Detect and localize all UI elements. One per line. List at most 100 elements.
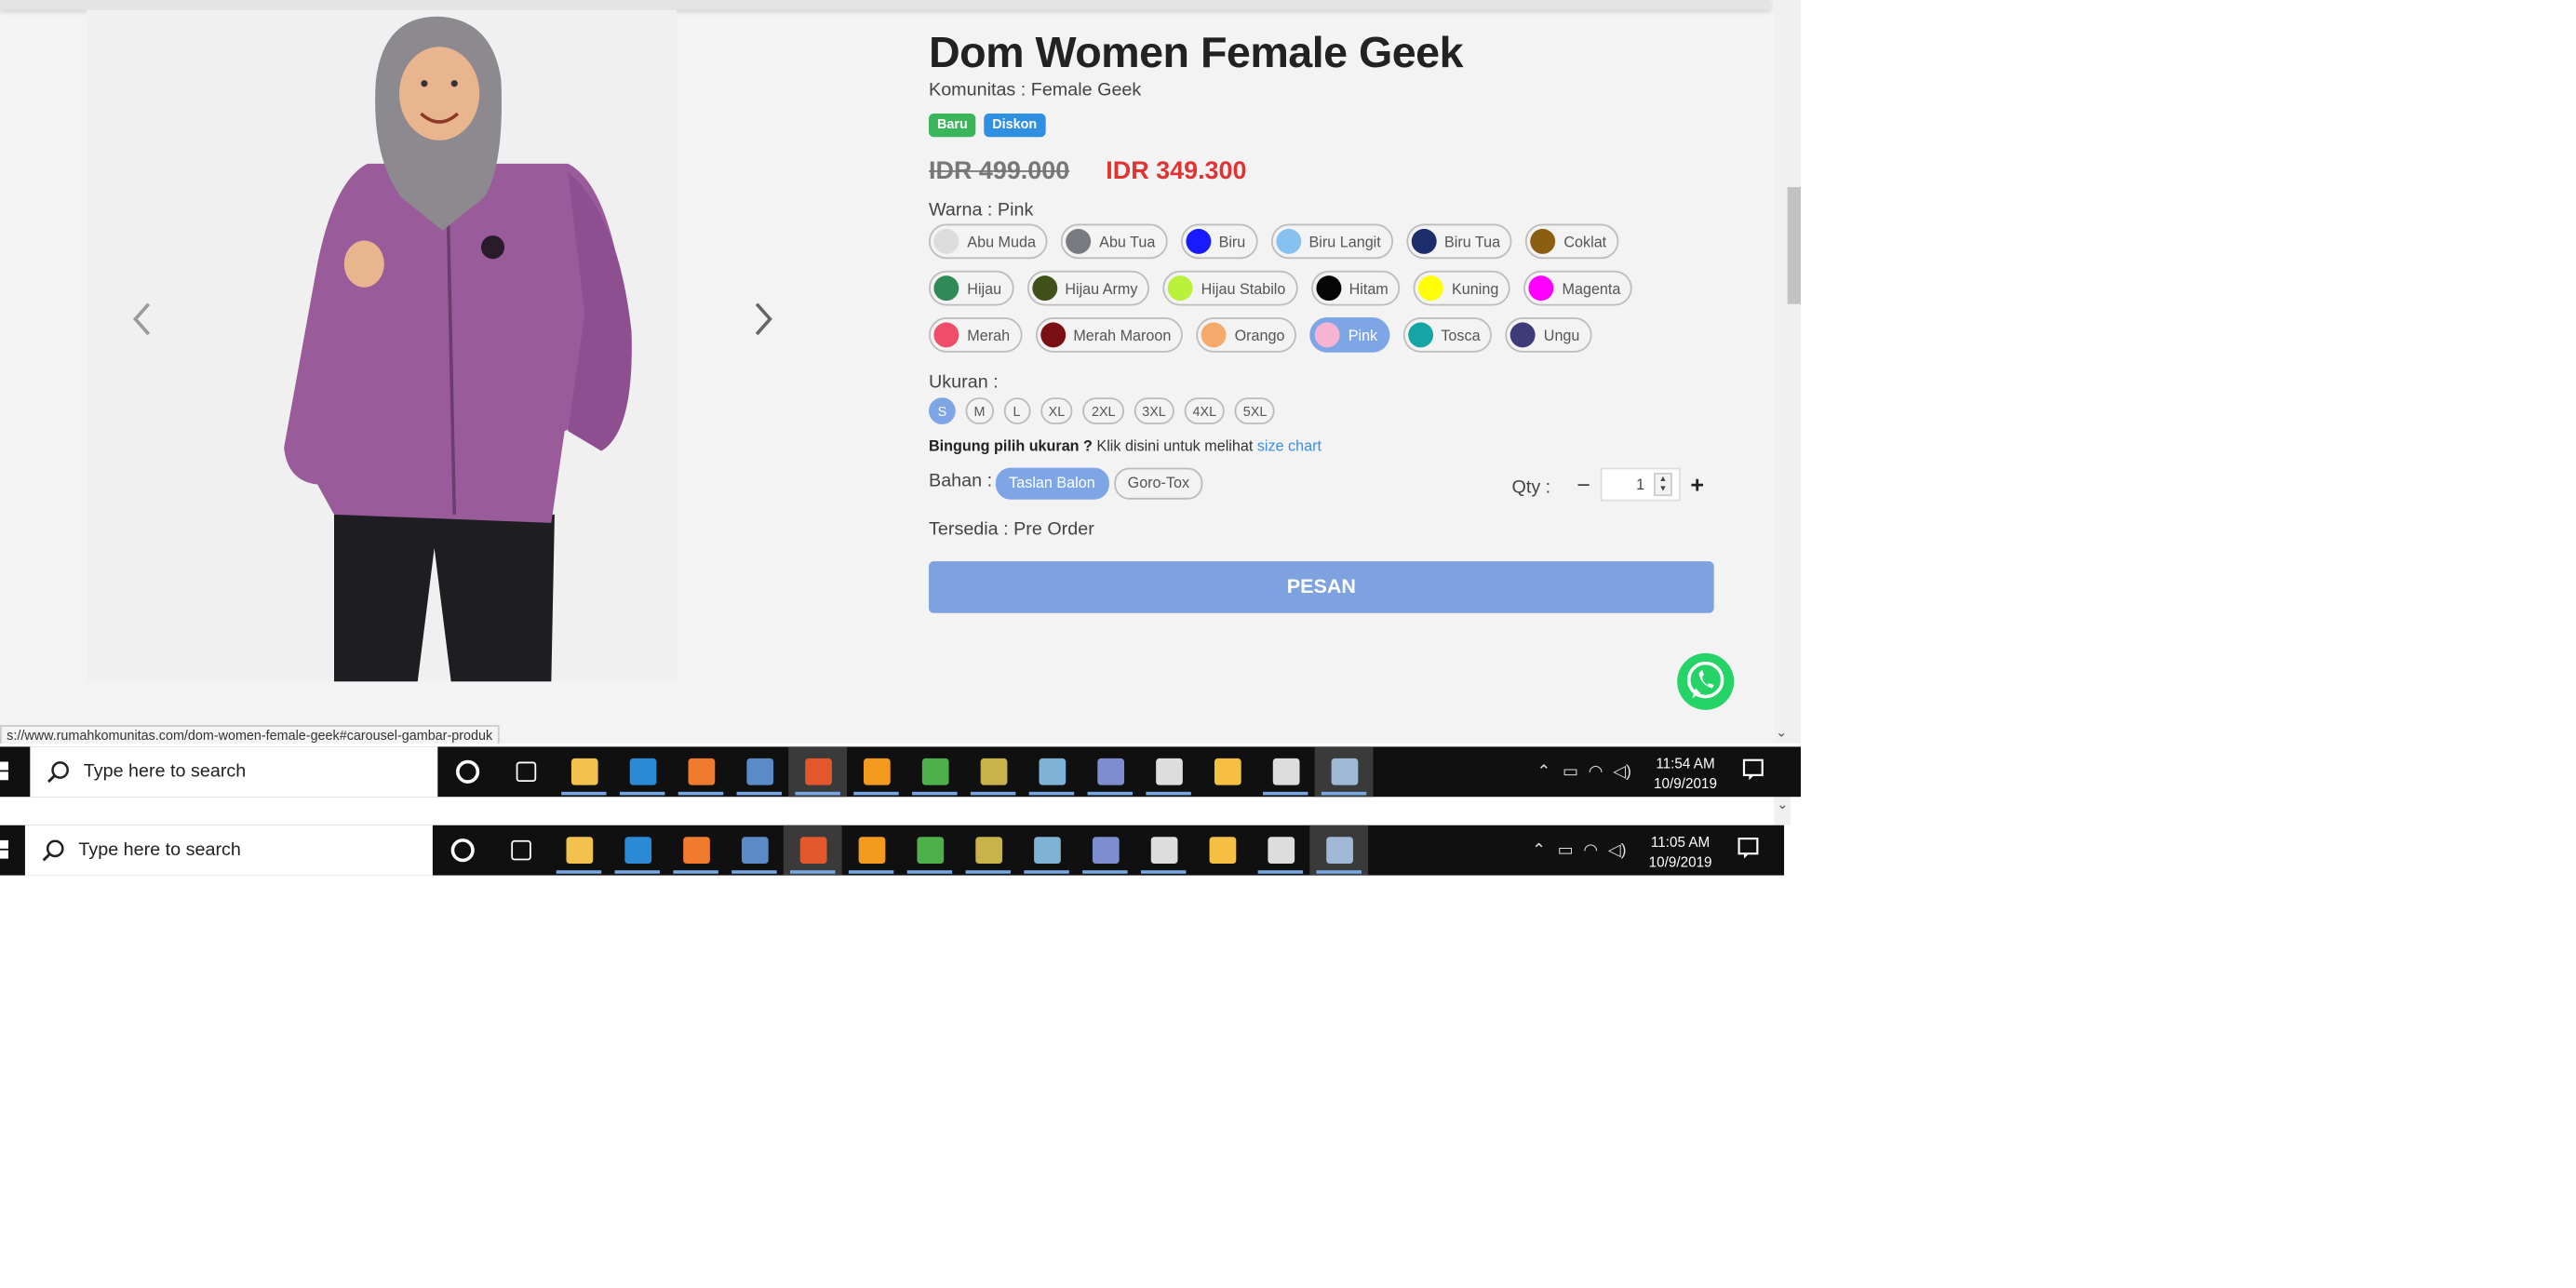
search-icon <box>42 839 64 862</box>
order-button[interactable]: PESAN <box>929 561 1714 613</box>
carousel-next-icon[interactable] <box>745 298 779 342</box>
postgresql-icon-glyph <box>745 758 773 785</box>
color-option-label: Ungu <box>1543 326 1580 343</box>
page-scrollbar[interactable] <box>1774 0 1802 744</box>
color-option-merah[interactable]: Merah <box>929 317 1022 353</box>
task-view-icon[interactable] <box>496 746 555 797</box>
firefox-icon[interactable] <box>783 825 842 876</box>
qty-decrease-button[interactable]: − <box>1570 469 1597 499</box>
xampp-icon[interactable] <box>666 825 725 876</box>
color-option-hitam[interactable]: Hitam <box>1310 270 1401 306</box>
chrome-icon[interactable] <box>901 825 959 876</box>
carousel-prev-icon[interactable] <box>127 298 160 342</box>
size-option-2xl[interactable]: 2XL <box>1083 397 1124 424</box>
calculator-icon[interactable] <box>1251 825 1309 876</box>
paint-icon[interactable] <box>1193 825 1252 876</box>
notepad-icon[interactable] <box>1017 825 1076 876</box>
cortana-icon[interactable] <box>437 746 496 797</box>
color-option-biru[interactable]: Biru <box>1180 223 1257 260</box>
color-swatch <box>1411 228 1436 254</box>
qty-spinner-icon[interactable]: ▲ ▼ <box>1654 472 1672 497</box>
settings-app-icon[interactable] <box>1309 825 1369 876</box>
sublime-text-icon[interactable] <box>847 746 906 797</box>
color-option-abu-tua[interactable]: Abu Tua <box>1060 223 1167 260</box>
color-option-hijau-army[interactable]: Hijau Army <box>1026 270 1150 306</box>
firefox-icon[interactable] <box>788 746 848 798</box>
color-option-biru-tua[interactable]: Biru Tua <box>1405 223 1512 260</box>
wifi-icon[interactable]: ◠ <box>1589 762 1603 781</box>
size-option-l[interactable]: L <box>1003 397 1030 424</box>
tools-icon[interactable] <box>959 825 1017 876</box>
tray-chevron-icon[interactable]: ⌃ <box>1532 841 1546 860</box>
file-explorer-icon[interactable] <box>550 825 609 876</box>
whatsapp-icon[interactable] <box>1675 651 1736 712</box>
color-option-abu-muda[interactable]: Abu Muda <box>929 223 1048 260</box>
notification-center-icon[interactable] <box>1737 837 1761 860</box>
mysql-workbench-icon[interactable] <box>1076 825 1134 876</box>
scroll-down-icon-2[interactable]: ⌄ <box>1774 797 1791 825</box>
wifi-icon[interactable]: ◠ <box>1583 841 1598 860</box>
volume-icon[interactable]: ◁) <box>1608 841 1627 860</box>
task-view-icon[interactable] <box>491 825 550 876</box>
color-option-tosca[interactable]: Tosca <box>1402 317 1493 353</box>
paint-icon[interactable] <box>1198 746 1256 797</box>
postgresql-icon[interactable] <box>730 746 788 797</box>
color-option-label: Biru Tua <box>1443 233 1501 250</box>
color-option-hijau-stabilo[interactable]: Hijau Stabilo <box>1162 270 1297 306</box>
sublime-text-icon[interactable] <box>842 825 901 876</box>
size-option-5xl[interactable]: 5XL <box>1234 397 1276 424</box>
color-option-pink[interactable]: Pink <box>1309 317 1389 353</box>
color-option-biru-langit[interactable]: Biru Langit <box>1270 223 1393 260</box>
taskbar-clock[interactable]: 11:54 AM 10/9/2019 <box>1654 754 1717 794</box>
color-option-label: Pink <box>1348 326 1378 343</box>
windows-start-icon[interactable] <box>0 746 30 797</box>
material-option-taslan-balon[interactable]: Taslan Balon <box>995 467 1109 500</box>
size-option-s[interactable]: S <box>929 397 956 424</box>
taskbar-search-placeholder: Type here to search <box>83 761 247 783</box>
sublime-text-icon-glyph <box>857 837 885 865</box>
vscode-icon[interactable] <box>613 746 672 797</box>
volume-icon[interactable]: ◁) <box>1613 762 1631 781</box>
tray-chevron-icon[interactable]: ⌃ <box>1536 762 1550 781</box>
taskbar-clock[interactable]: 11:05 AM 10/9/2019 <box>1649 832 1712 872</box>
vscode-icon[interactable] <box>608 825 666 876</box>
material-option-goro-tox[interactable]: Goro-Tox <box>1114 467 1203 500</box>
postgresql-icon[interactable] <box>725 825 784 876</box>
color-option-coklat[interactable]: Coklat <box>1525 223 1618 260</box>
battery-icon[interactable]: ▭ <box>1558 841 1574 860</box>
cortana-icon[interactable] <box>433 825 491 876</box>
size-option-xl[interactable]: XL <box>1040 397 1074 424</box>
taskbar-search-box[interactable]: Type here to search <box>24 825 433 876</box>
file-explorer-icon[interactable] <box>555 746 613 797</box>
color-swatch <box>1167 275 1193 302</box>
chrome-icon[interactable] <box>906 746 964 797</box>
color-option-magenta[interactable]: Magenta <box>1523 270 1632 306</box>
color-option-label: Tosca <box>1441 326 1481 343</box>
terminal-icon[interactable] <box>1134 825 1193 876</box>
terminal-icon[interactable] <box>1139 746 1198 797</box>
size-option-3xl[interactable]: 3XL <box>1134 397 1174 424</box>
taskbar-search-box[interactable]: Type here to search <box>30 746 438 798</box>
color-option-ungu[interactable]: Ungu <box>1505 317 1591 353</box>
qty-increase-button[interactable]: + <box>1684 469 1711 499</box>
size-option-4xl[interactable]: 4XL <box>1184 397 1226 424</box>
notepad-icon[interactable] <box>1023 746 1081 797</box>
taskbar-apps <box>433 825 1369 876</box>
scrollbar-thumb[interactable] <box>1787 187 1802 304</box>
color-option-hijau[interactable]: Hijau <box>929 270 1013 306</box>
xampp-icon[interactable] <box>672 746 731 797</box>
color-option-kuning[interactable]: Kuning <box>1413 270 1510 306</box>
calculator-icon[interactable] <box>1256 746 1315 797</box>
mysql-workbench-icon[interactable] <box>1080 746 1139 797</box>
size-help-question: Bingung pilih ukuran ? <box>929 437 1093 455</box>
settings-app-icon[interactable] <box>1314 746 1374 798</box>
color-option-orango[interactable]: Orango <box>1196 317 1297 353</box>
size-option-m[interactable]: M <box>965 397 994 424</box>
color-option-merah-maroon[interactable]: Merah Maroon <box>1035 317 1183 353</box>
tools-icon[interactable] <box>964 746 1023 797</box>
size-chart-link[interactable]: size chart <box>1257 437 1322 454</box>
notification-center-icon[interactable] <box>1742 758 1765 782</box>
battery-icon[interactable]: ▭ <box>1563 762 1578 781</box>
taskbar-time: 11:05 AM <box>1650 833 1711 851</box>
scroll-down-icon[interactable]: ⌄ <box>1776 725 1787 740</box>
